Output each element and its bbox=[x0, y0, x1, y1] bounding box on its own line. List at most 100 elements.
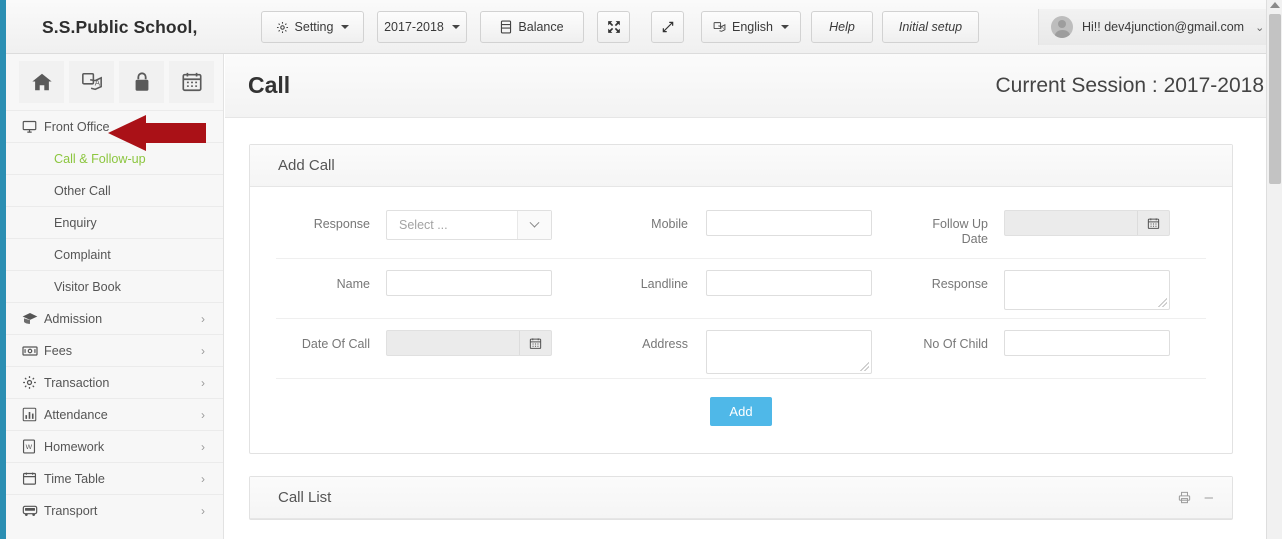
balance-button[interactable]: Balance bbox=[480, 11, 584, 43]
date-of-call-field[interactable] bbox=[386, 330, 552, 356]
calendar-icon[interactable] bbox=[1137, 211, 1169, 235]
chevron-down-icon bbox=[341, 25, 350, 29]
arrows-alt-button[interactable] bbox=[597, 11, 630, 43]
sidebar-item-call-followup[interactable]: Call & Follow-up bbox=[6, 142, 223, 174]
sidebar-item-transaction[interactable]: Transaction › bbox=[6, 366, 223, 398]
calendar-icon[interactable] bbox=[519, 331, 551, 355]
followup-date-label: Follow Up Date bbox=[896, 210, 1004, 247]
no-of-child-input[interactable] bbox=[1004, 330, 1170, 356]
add-call-panel-title: Add Call bbox=[278, 157, 335, 174]
session-select-button[interactable]: 2017-2018 bbox=[377, 11, 467, 43]
add-button[interactable]: Add bbox=[710, 397, 772, 426]
expand-icon bbox=[661, 20, 675, 34]
language-button[interactable]: A English bbox=[701, 11, 801, 43]
lock-icon[interactable] bbox=[119, 61, 164, 103]
chevron-right-icon: › bbox=[201, 343, 205, 358]
sidebar-item-other-call[interactable]: Other Call bbox=[6, 174, 223, 206]
bus-icon bbox=[22, 504, 44, 518]
mobile-label: Mobile bbox=[651, 217, 688, 231]
sidebar-item-attendance[interactable]: Attendance › bbox=[6, 398, 223, 430]
call-list-panel-header: Call List – bbox=[250, 477, 1232, 519]
arrows-alt-icon bbox=[607, 20, 621, 34]
calendar-icon[interactable] bbox=[169, 61, 214, 103]
sidebar-item-label: Attendance bbox=[44, 407, 108, 422]
add-call-panel-header: Add Call bbox=[250, 145, 1232, 187]
print-icon[interactable] bbox=[1178, 491, 1191, 504]
name-input[interactable] bbox=[386, 270, 552, 296]
translate-icon[interactable]: A bbox=[69, 61, 114, 103]
school-brand-title: S.S.Public School, bbox=[42, 16, 198, 37]
home-icon[interactable] bbox=[19, 61, 64, 103]
sidebar-item-homework[interactable]: W Homework › bbox=[6, 430, 223, 462]
help-button[interactable]: Help bbox=[811, 11, 873, 43]
add-call-form: Response Select ... Mobile Follow Up Dat… bbox=[250, 187, 1232, 453]
user-account-menu[interactable]: Hi!! dev4junction@gmail.com ⌄ bbox=[1038, 9, 1272, 45]
sidebar-item-complaint[interactable]: Complaint bbox=[6, 238, 223, 270]
address-textarea[interactable] bbox=[706, 330, 872, 374]
scrollbar-thumb[interactable] bbox=[1269, 14, 1281, 184]
response-select-label: Response bbox=[313, 217, 370, 231]
followup-date-label-line2: Date bbox=[961, 232, 988, 246]
monitor-icon bbox=[22, 119, 44, 134]
chevron-right-icon: › bbox=[201, 439, 205, 454]
mobile-input[interactable] bbox=[706, 210, 872, 236]
sidebar-item-time-table[interactable]: Time Table › bbox=[6, 462, 223, 494]
sidebar-item-admission[interactable]: Admission › bbox=[6, 302, 223, 334]
sidebar-item-front-office[interactable]: Front Office ⌄ bbox=[6, 110, 223, 142]
sidebar-item-label: Fees bbox=[44, 343, 72, 358]
initial-setup-button[interactable]: Initial setup bbox=[882, 11, 979, 43]
followup-date-field[interactable] bbox=[1004, 210, 1170, 236]
balance-button-label: Balance bbox=[518, 20, 564, 34]
sidebar-item-fees[interactable]: Fees › bbox=[6, 334, 223, 366]
no-of-child-label: No Of Child bbox=[923, 337, 988, 351]
chevron-down-icon bbox=[781, 25, 789, 29]
add-call-panel: Add Call Response Select ... Mobile Foll… bbox=[249, 144, 1233, 454]
chevron-down-icon[interactable] bbox=[517, 211, 551, 239]
gear-icon bbox=[276, 21, 289, 34]
minimize-icon[interactable]: – bbox=[1205, 489, 1213, 506]
followup-date-value[interactable] bbox=[1005, 211, 1137, 235]
call-list-panel: Call List – bbox=[249, 476, 1233, 520]
setting-button-label: Setting bbox=[294, 20, 334, 34]
sidebar-item-label: Admission bbox=[44, 311, 103, 326]
gear-icon bbox=[22, 375, 44, 390]
followup-date-label-line1: Follow Up bbox=[932, 217, 988, 231]
setting-button[interactable]: Setting bbox=[261, 11, 364, 43]
page-scrollbar[interactable] bbox=[1266, 0, 1282, 539]
page-title: Call bbox=[248, 72, 291, 98]
chevron-down-icon: ⌄ bbox=[194, 119, 205, 134]
calendar-icon bbox=[22, 471, 44, 486]
avatar bbox=[1051, 16, 1073, 38]
help-button-label: Help bbox=[829, 20, 855, 34]
response-select-value: Select ... bbox=[399, 218, 448, 232]
chevron-right-icon: › bbox=[201, 311, 205, 326]
money-icon bbox=[22, 345, 44, 357]
sidebar-item-enquiry[interactable]: Enquiry bbox=[6, 206, 223, 238]
landline-input[interactable] bbox=[706, 270, 872, 296]
chevron-down-icon bbox=[451, 25, 460, 29]
sidebar-item-visitor-book[interactable]: Visitor Book bbox=[6, 270, 223, 302]
sidebar-item-label: Transport bbox=[44, 503, 98, 518]
response-select[interactable]: Select ... bbox=[386, 210, 552, 240]
call-list-panel-tools: – bbox=[1178, 489, 1213, 506]
name-label: Name bbox=[336, 277, 370, 291]
left-accent-strip bbox=[0, 0, 6, 539]
database-icon bbox=[500, 20, 512, 34]
date-of-call-label: Date Of Call bbox=[301, 337, 370, 351]
sidebar-item-transport[interactable]: Transport › bbox=[6, 494, 223, 526]
chevron-right-icon: › bbox=[201, 503, 205, 518]
expand-button[interactable] bbox=[651, 11, 684, 43]
scroll-up-arrow-icon[interactable] bbox=[1270, 2, 1280, 8]
translate-icon: A bbox=[713, 21, 726, 34]
date-of-call-value[interactable] bbox=[387, 331, 519, 355]
user-greeting-label: Hi!! dev4junction@gmail.com bbox=[1082, 20, 1245, 34]
landline-label: Landline bbox=[640, 277, 688, 291]
response-textarea[interactable] bbox=[1004, 270, 1170, 310]
sidebar-subitem-label: Call & Follow-up bbox=[54, 151, 146, 166]
language-button-label: English bbox=[732, 20, 773, 34]
barchart-icon bbox=[22, 407, 44, 422]
chevron-right-icon: › bbox=[201, 471, 205, 486]
svg-text:A: A bbox=[94, 79, 100, 88]
page-header: Call Current Session : 2017-2018 bbox=[225, 54, 1266, 118]
sidebar: A Front Office ⌄ Call & Follow-up Other … bbox=[6, 54, 224, 539]
